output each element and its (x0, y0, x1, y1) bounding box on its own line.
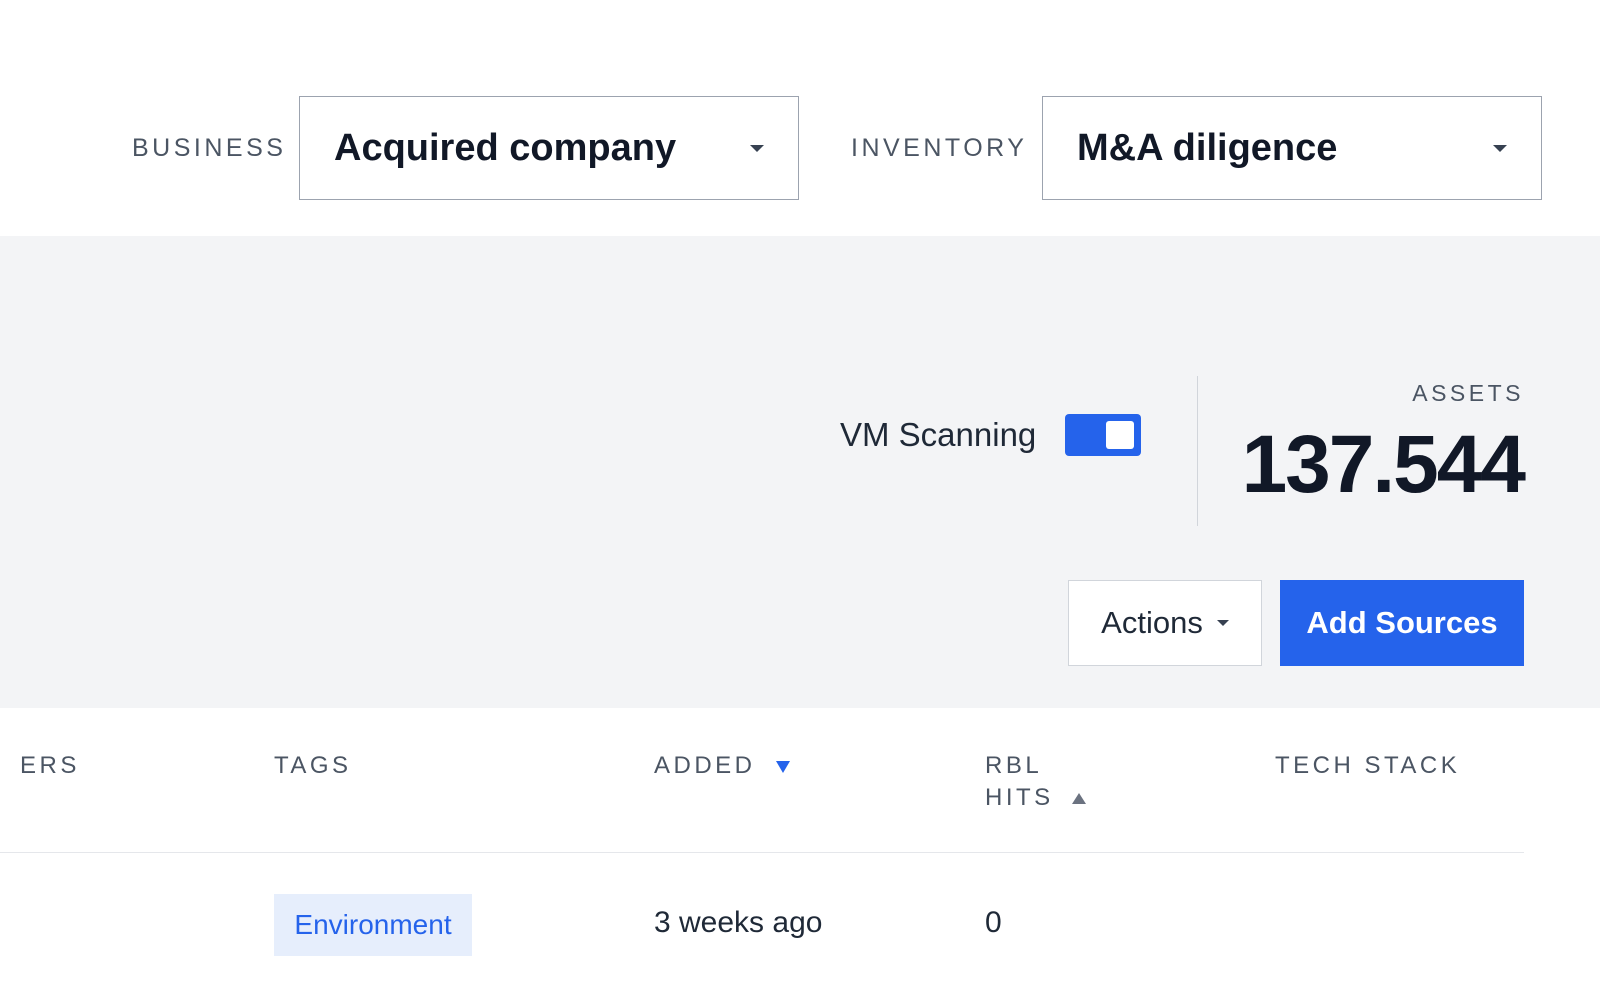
column-header-added[interactable]: ADDED (654, 750, 790, 782)
inventory-label: INVENTORY (851, 134, 1028, 162)
chevron-down-icon (1493, 144, 1507, 152)
business-select[interactable]: Acquired company (299, 96, 799, 200)
actions-button-label: Actions (1101, 605, 1203, 640)
vm-scanning-toggle[interactable] (1065, 414, 1141, 456)
vm-scanning-label: VM Scanning (840, 416, 1037, 453)
chevron-down-icon (1216, 620, 1229, 626)
cell-rbl-hits: 0 (985, 906, 1002, 939)
inventory-select-value: M&A diligence (1077, 126, 1338, 169)
divider (1197, 376, 1198, 526)
business-label: BUSINESS (132, 134, 287, 162)
business-select-value: Acquired company (334, 126, 677, 169)
summary-panel: VM Scanning ASSETS 137.544 Actions Add S… (0, 236, 1600, 708)
inventory-select[interactable]: M&A diligence (1042, 96, 1542, 200)
add-sources-button[interactable]: Add Sources (1280, 580, 1524, 666)
filter-bar: BUSINESS Acquired company INVENTORY M&A … (0, 0, 1600, 236)
table-header-divider (0, 852, 1524, 853)
column-header-rbl-hits-line2: HITS (985, 784, 1054, 811)
column-header-rbl-hits-line1: RBL (985, 752, 1043, 779)
sort-ascending-icon (1071, 793, 1086, 805)
assets-count: 137.544 (1241, 419, 1526, 510)
tag-badge[interactable]: Environment (274, 894, 472, 956)
assets-label: ASSETS (1412, 380, 1524, 406)
column-header-tech-stack[interactable]: TECH STACK (1275, 750, 1460, 782)
column-header-rbl-hits[interactable]: RBL HITS (985, 750, 1086, 814)
column-header-partial[interactable]: ERS (20, 750, 80, 782)
sort-descending-icon (775, 760, 790, 773)
chevron-down-icon (750, 144, 764, 152)
toggle-knob (1106, 421, 1134, 449)
column-header-added-label: ADDED (654, 752, 756, 779)
actions-button[interactable]: Actions (1068, 580, 1262, 666)
column-header-tags[interactable]: TAGS (274, 750, 352, 782)
cell-added: 3 weeks ago (654, 906, 823, 939)
